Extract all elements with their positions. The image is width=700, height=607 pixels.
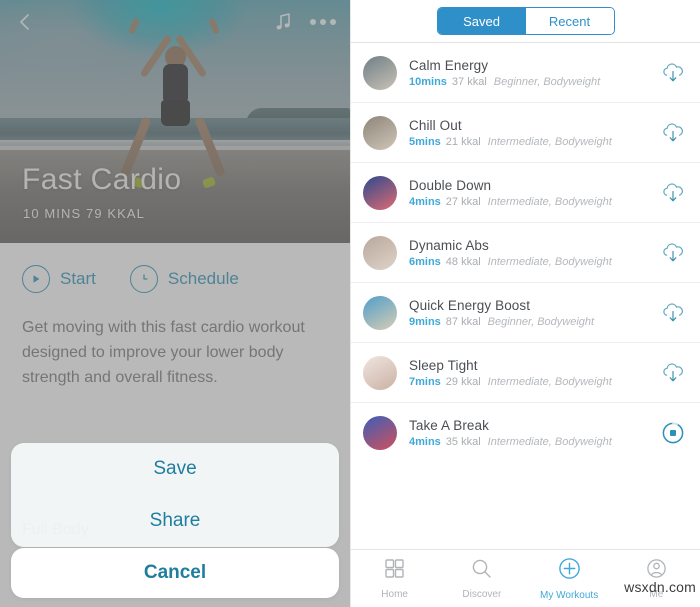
workout-calories: 37 kkal <box>451 75 487 88</box>
workout-duration: 9mins <box>409 315 441 328</box>
workout-calories: 48 kkal <box>445 255 481 268</box>
stop-download-icon[interactable] <box>652 420 686 446</box>
workout-row[interactable]: Take A Break 4mins 35 kkal Intermediate, Bo… <box>351 402 700 462</box>
workout-tags: Intermediate, Bodyweight <box>487 435 612 448</box>
segmented-control: Saved Recent <box>436 7 615 35</box>
workout-calories: 29 kkal <box>445 375 481 388</box>
workout-duration: 5mins <box>409 135 441 148</box>
my-workouts-screen: Saved Recent Calm Energy 10mins 37 kkal Beg… <box>350 0 700 607</box>
tab-recent[interactable]: Recent <box>525 8 614 34</box>
workout-title: Chill Out <box>409 117 462 133</box>
workout-tags: Intermediate, Bodyweight <box>487 375 612 388</box>
workout-duration: 10mins <box>409 75 447 88</box>
workout-meta: 10mins 37 kkal Beginner, Bodyweight <box>409 76 652 88</box>
workout-title: Dynamic Abs <box>409 237 489 253</box>
download-icon[interactable] <box>652 360 686 386</box>
workout-thumbnail <box>363 55 397 90</box>
workout-duration: 7mins <box>409 375 441 388</box>
workout-tags: Intermediate, Bodyweight <box>487 135 612 148</box>
workout-detail-screen: Fast Cardio 10 MINS 79 KKAL Start <box>0 0 350 607</box>
workout-duration: 4mins <box>409 435 441 448</box>
tab-my-workouts-label: My Workouts <box>540 589 599 601</box>
workout-row[interactable]: Sleep Tight 7mins 29 kkal Intermediate, Bod… <box>351 342 700 402</box>
tab-saved[interactable]: Saved <box>437 8 526 34</box>
download-icon[interactable] <box>652 180 686 206</box>
workout-row[interactable]: Calm Energy 10mins 37 kkal Beginner, Bodywe… <box>351 42 700 102</box>
workout-tags: Intermediate, Bodyweight <box>487 255 612 268</box>
tab-my-workouts[interactable]: My Workouts <box>526 557 613 601</box>
workout-info: Chill Out 5mins 21 kkal Intermediate, Bodyw… <box>409 118 652 148</box>
workout-tags: Intermediate, Bodyweight <box>487 195 612 208</box>
workout-info: Double Down 4mins 27 kkal Intermediate, Bod… <box>409 178 652 208</box>
download-icon[interactable] <box>652 300 686 326</box>
workout-meta: 4mins 35 kkal Intermediate, Bodyweight <box>409 436 652 448</box>
workout-info: Dynamic Abs 6mins 48 kkal Intermediate, Bod… <box>409 238 652 268</box>
grid-icon <box>384 558 405 584</box>
workout-row[interactable]: Quick Energy Boost 9mins 87 kkal Beginner, … <box>351 282 700 342</box>
tab-home-label: Home <box>381 588 408 600</box>
workout-info: Take A Break 4mins 35 kkal Intermediate, Bo… <box>409 418 652 448</box>
workout-row[interactable]: Dynamic Abs 6mins 48 kkal Intermediate, Bod… <box>351 222 700 282</box>
workout-meta: 7mins 29 kkal Intermediate, Bodyweight <box>409 376 652 388</box>
workout-info: Calm Energy 10mins 37 kkal Beginner, Bodywe… <box>409 58 652 88</box>
tab-discover[interactable]: Discover <box>438 558 525 600</box>
workout-title: Double Down <box>409 177 492 193</box>
workout-tags: Beginner, Bodyweight <box>487 315 595 328</box>
cancel-button[interactable]: Cancel <box>11 548 339 598</box>
workout-info: Sleep Tight 7mins 29 kkal Intermediate, Bod… <box>409 358 652 388</box>
workout-calories: 21 kkal <box>445 135 481 148</box>
workout-thumbnail <box>363 175 397 210</box>
workout-row[interactable]: Double Down 4mins 27 kkal Intermediate, Bod… <box>351 162 700 222</box>
download-icon[interactable] <box>652 60 686 86</box>
search-icon <box>471 558 492 584</box>
workout-title: Calm Energy <box>409 57 489 73</box>
workout-title: Take A Break <box>409 417 489 433</box>
workout-info: Quick Energy Boost 9mins 87 kkal Beginner, … <box>409 298 652 328</box>
tab-discover-label: Discover <box>462 588 502 600</box>
dual-screen-container: Fast Cardio 10 MINS 79 KKAL Start <box>0 0 700 607</box>
tab-home[interactable]: Home <box>351 558 438 600</box>
workout-title: Sleep Tight <box>409 357 478 373</box>
workout-tags: Beginner, Bodyweight <box>493 75 601 88</box>
action-sheet: Save Share <box>11 443 339 547</box>
workout-thumbnail <box>363 235 397 270</box>
save-button[interactable]: Save <box>11 443 339 495</box>
workout-thumbnail <box>363 355 397 390</box>
workout-meta: 9mins 87 kkal Beginner, Bodyweight <box>409 316 652 328</box>
workout-thumbnail <box>363 115 397 150</box>
workout-thumbnail <box>363 415 397 450</box>
workout-calories: 87 kkal <box>445 315 481 328</box>
workout-row[interactable]: Chill Out 5mins 21 kkal Intermediate, Bodyw… <box>351 102 700 162</box>
segmented-control-wrapper: Saved Recent <box>351 0 700 42</box>
workout-duration: 4mins <box>409 195 441 208</box>
download-icon[interactable] <box>652 120 686 146</box>
bottom-tab-bar: Home Discover My Workouts Me wsxdn.com <box>351 549 700 607</box>
site-watermark: wsxdn.com <box>624 578 696 595</box>
workout-calories: 35 kkal <box>445 435 481 448</box>
workout-duration: 6mins <box>409 255 441 268</box>
plus-circle-icon <box>558 557 581 585</box>
workout-calories: 27 kkal <box>445 195 481 208</box>
tab-me[interactable]: Me wsxdn.com <box>613 558 700 600</box>
workout-meta: 6mins 48 kkal Intermediate, Bodyweight <box>409 256 652 268</box>
workout-meta: 4mins 27 kkal Intermediate, Bodyweight <box>409 196 652 208</box>
download-icon[interactable] <box>652 240 686 266</box>
share-button[interactable]: Share <box>11 495 339 547</box>
workout-title: Quick Energy Boost <box>409 297 531 313</box>
workout-list[interactable]: Calm Energy 10mins 37 kkal Beginner, Bodywe… <box>351 42 700 549</box>
workout-meta: 5mins 21 kkal Intermediate, Bodyweight <box>409 136 652 148</box>
workout-thumbnail <box>363 295 397 330</box>
